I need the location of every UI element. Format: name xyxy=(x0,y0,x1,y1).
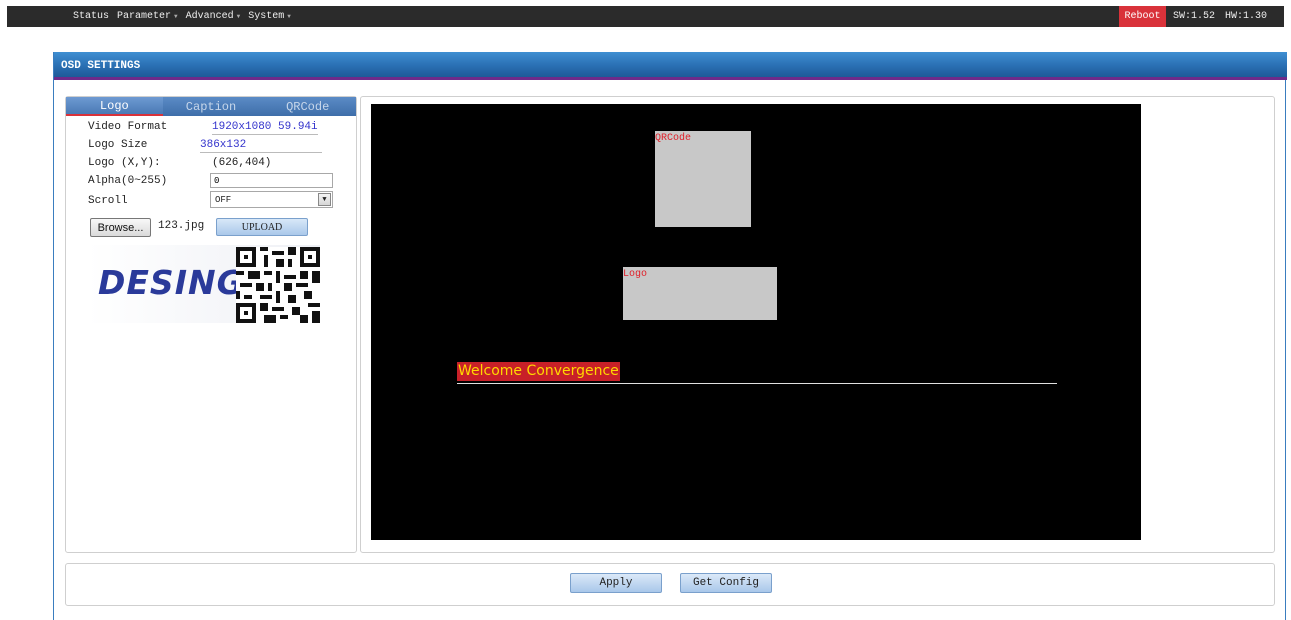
video-format-value: 1920x1080 59.94i xyxy=(212,119,318,135)
video-format-label: Video Format xyxy=(88,121,168,133)
caption-text[interactable]: Welcome Convergence xyxy=(457,362,620,381)
software-version: SW:1.52 xyxy=(1173,11,1216,22)
selected-filename: 123.jpg xyxy=(158,220,205,232)
top-navigation-bar: Status Parameter ▼ Advanced ▼ System ▼ R… xyxy=(7,6,1284,27)
video-preview-screen: QRCode Logo Welcome Convergence xyxy=(371,104,1141,540)
desing-logo: DESING xyxy=(98,263,245,302)
reboot-button[interactable]: Reboot xyxy=(1119,6,1166,27)
logo-image-preview: DESING xyxy=(88,245,320,323)
logo-size-value: 386x132 xyxy=(200,137,322,153)
menu-advanced[interactable]: Advanced ▼ xyxy=(186,11,241,22)
scroll-label: Scroll xyxy=(88,195,128,207)
qr-code-icon xyxy=(236,247,320,323)
menu-status-label: Status xyxy=(73,11,110,22)
browse-button[interactable]: Browse... xyxy=(90,218,151,237)
chevron-down-icon: ▼ xyxy=(236,13,241,20)
osd-preview-box: QRCode Logo Welcome Convergence xyxy=(360,96,1275,553)
upload-button[interactable]: UPLOAD xyxy=(216,218,308,236)
qrcode-region-label: QRCode xyxy=(655,133,692,144)
alpha-input[interactable] xyxy=(210,173,333,188)
logo-settings-box: Logo Caption QRCode Video Format 1920x10… xyxy=(65,96,357,553)
logo-region[interactable]: Logo xyxy=(623,267,777,320)
chevron-down-icon: ▼ xyxy=(174,13,178,20)
menu-advanced-label: Advanced xyxy=(185,11,234,22)
action-bar: Apply Get Config xyxy=(65,563,1275,606)
chevron-down-icon: ▼ xyxy=(287,13,291,20)
panel-title: OSD SETTINGS xyxy=(61,60,141,72)
panel-header: OSD SETTINGS xyxy=(54,52,1287,80)
main-menu: Status Parameter ▼ Advanced ▼ System ▼ xyxy=(73,6,299,27)
tab-qrcode[interactable]: QRCode xyxy=(259,97,356,116)
scroll-select[interactable]: OFF ▼ xyxy=(210,191,333,208)
logo-region-label: Logo xyxy=(623,269,648,280)
scroll-select-value: OFF xyxy=(215,194,232,205)
tab-caption[interactable]: Caption xyxy=(163,97,260,116)
logo-position-value: (626,404) xyxy=(212,157,272,169)
logo-position-label: Logo (X,Y): xyxy=(88,157,161,169)
menu-status[interactable]: Status xyxy=(73,11,109,22)
alpha-label: Alpha(0~255) xyxy=(88,175,168,187)
tab-logo[interactable]: Logo xyxy=(66,97,163,116)
hardware-version: HW:1.30 xyxy=(1225,11,1268,22)
qrcode-region[interactable]: QRCode xyxy=(655,131,751,227)
menu-parameter-label: Parameter xyxy=(117,11,172,22)
caption-underline xyxy=(457,383,1057,384)
chevron-down-icon[interactable]: ▼ xyxy=(318,193,331,206)
osd-tabs: Logo Caption QRCode xyxy=(66,97,356,116)
logo-size-label: Logo Size xyxy=(88,139,148,151)
get-config-button[interactable]: Get Config xyxy=(680,573,772,593)
menu-system[interactable]: System ▼ xyxy=(248,11,291,22)
menu-system-label: System xyxy=(248,11,285,22)
menu-parameter[interactable]: Parameter ▼ xyxy=(117,11,178,22)
apply-button[interactable]: Apply xyxy=(570,573,662,593)
